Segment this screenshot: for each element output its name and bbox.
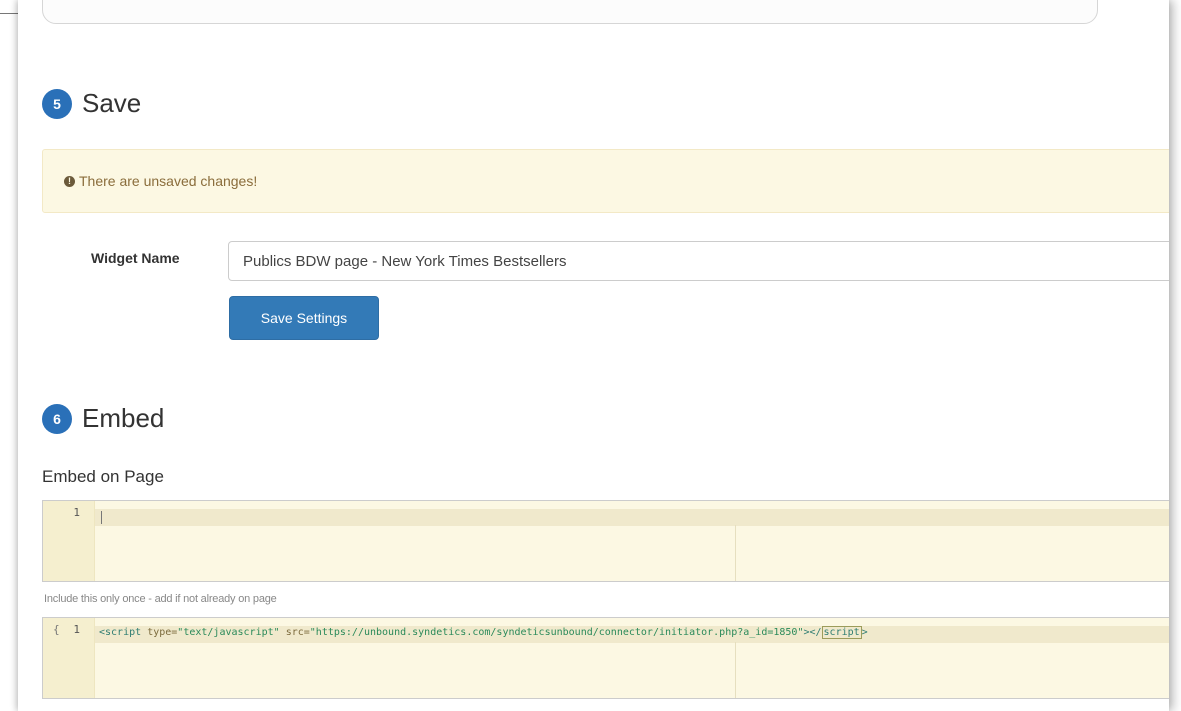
attr-src: src= xyxy=(285,627,310,638)
value-src: "https://unbound.syndetics.com/syndetics… xyxy=(309,627,804,638)
page-panel: 5 Save ! There are unsaved changes! Widg… xyxy=(18,0,1169,711)
tag-close-name: script xyxy=(821,626,862,639)
tag-mid: ></ xyxy=(803,627,822,638)
value-type: "text/javascript" xyxy=(177,627,280,638)
tag-open: <script xyxy=(99,627,142,638)
widget-name-label: Widget Name xyxy=(91,250,180,266)
save-settings-button[interactable]: Save Settings xyxy=(229,296,379,340)
fold-marker-icon[interactable]: { xyxy=(53,623,60,636)
editor-gutter: 1 xyxy=(43,501,95,581)
include-once-hint: Include this only once - add if not alre… xyxy=(44,593,277,605)
save-heading: 5 Save xyxy=(42,88,141,119)
line-number: 1 xyxy=(73,506,80,519)
unsaved-changes-alert: ! There are unsaved changes! xyxy=(42,149,1169,213)
active-line-highlight xyxy=(95,509,1169,526)
exclamation-circle-icon: ! xyxy=(64,175,75,187)
top-divider xyxy=(0,13,18,14)
save-title: Save xyxy=(82,88,142,118)
tag-end: > xyxy=(861,627,868,638)
print-margin xyxy=(735,525,736,581)
step-5-badge: 5 xyxy=(42,88,72,119)
attr-type: type= xyxy=(147,627,178,638)
script-code-editor[interactable]: { 1 <script type="text/javascript" src="… xyxy=(42,617,1169,699)
widget-name-input[interactable] xyxy=(228,241,1169,281)
text-cursor xyxy=(101,511,102,524)
line-number: 1 xyxy=(73,623,80,636)
editor-gutter: { 1 xyxy=(43,618,95,698)
script-code-line: <script type="text/javascript" src="http… xyxy=(99,626,868,639)
embed-title: Embed xyxy=(82,403,165,433)
alert-text: There are unsaved changes! xyxy=(79,173,258,189)
embed-code-editor[interactable]: 1 xyxy=(42,500,1169,582)
embed-on-page-label: Embed on Page xyxy=(42,467,164,486)
embed-heading: 6 Embed xyxy=(42,403,164,434)
step-6-badge: 6 xyxy=(42,403,72,434)
print-margin xyxy=(735,642,736,698)
previous-section-panel xyxy=(42,0,1098,24)
